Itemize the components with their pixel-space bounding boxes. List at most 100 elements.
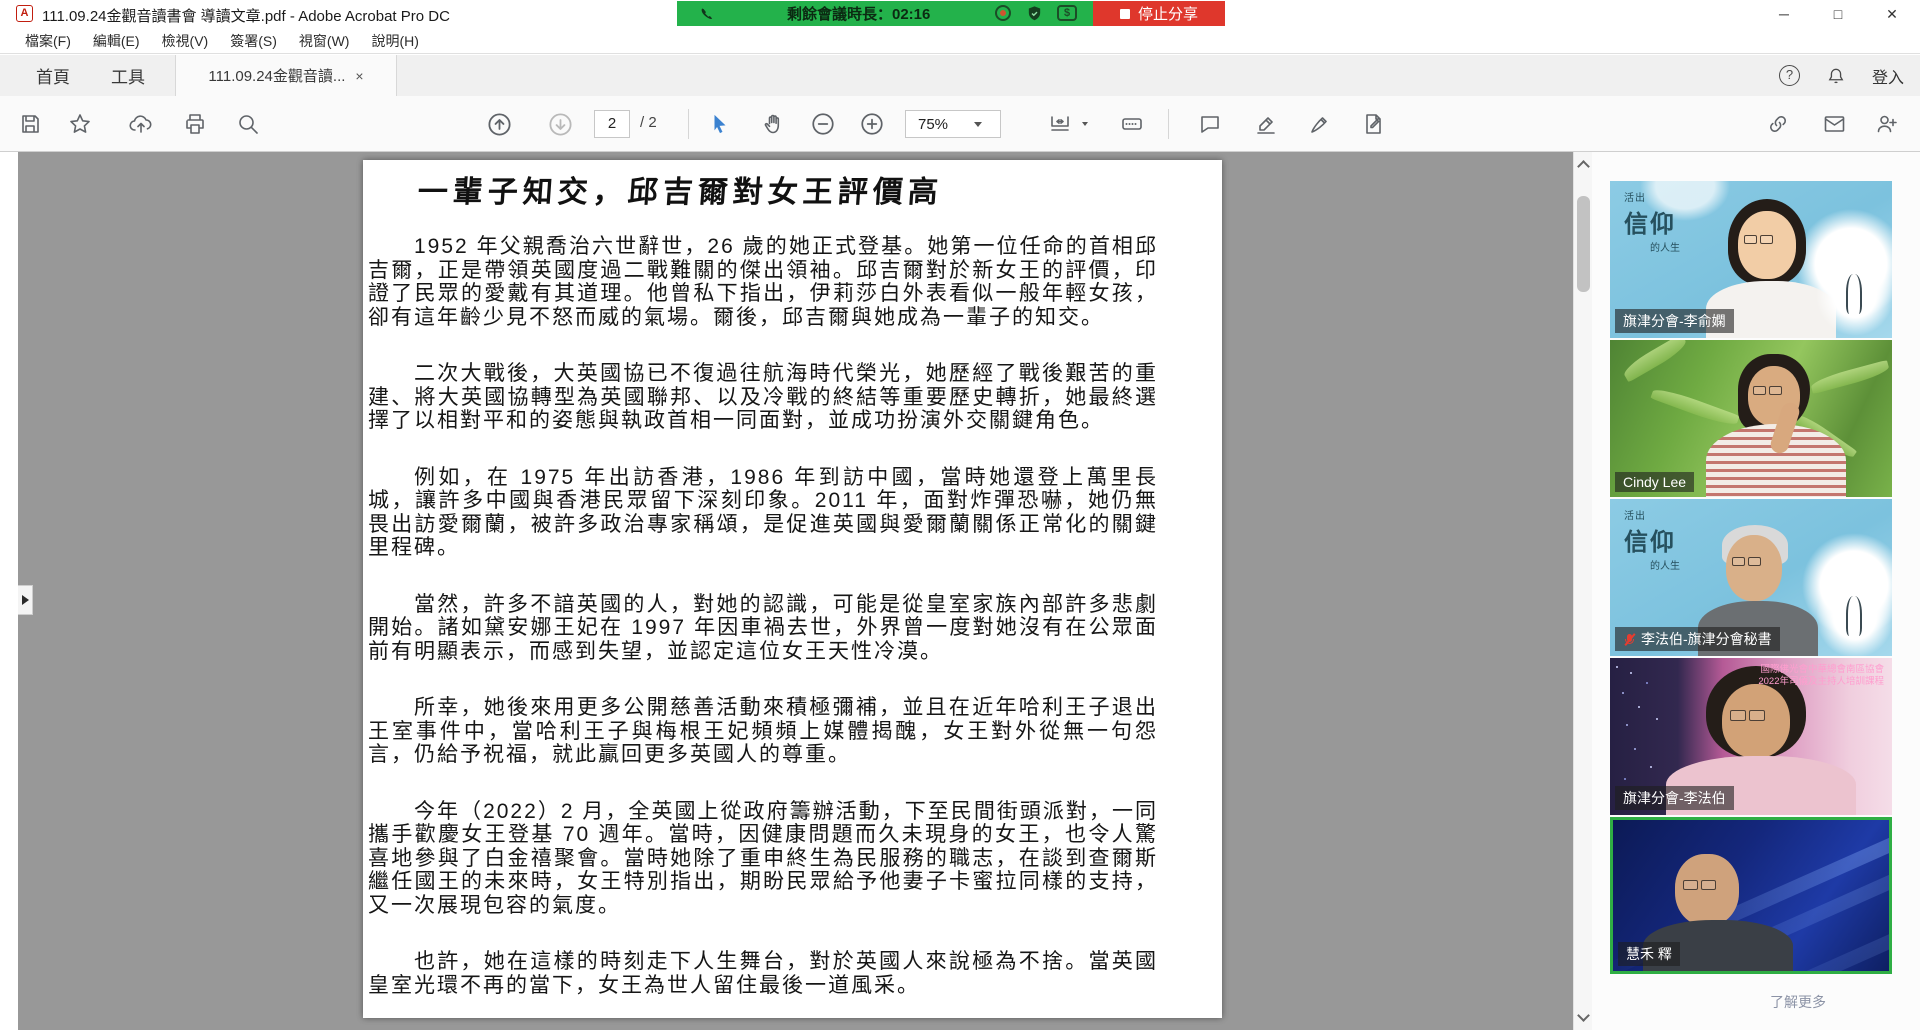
zoom-level-value: 75% (918, 116, 948, 133)
tab-document-label: 111.09.24金觀音讀... (208, 65, 345, 86)
help-icon[interactable]: ? (1779, 65, 1800, 86)
participant-tile[interactable]: 活出 信仰 的人生 旗津分會-李俞嫻 (1610, 181, 1892, 338)
avatar (1753, 386, 1782, 395)
paragraph: 二次大戰後，大英國協已不復過往航海時代榮光，她歷經了戰後艱苦的重建、將大英國協轉… (368, 362, 1158, 433)
artwork-text: 活出 (1624, 507, 1680, 522)
add-people-button[interactable] (1872, 110, 1900, 138)
tab-bar: 首頁 工具 111.09.24金觀音讀... × ? 登入 (0, 55, 1920, 96)
zoom-out-button[interactable] (809, 110, 837, 138)
comment-tool-button[interactable] (1196, 110, 1224, 138)
participant-name: 李法伯-旗津分會秘書 (1615, 627, 1780, 651)
menu-help[interactable]: 說明(H) (360, 31, 429, 51)
participant-tile-active-speaker[interactable]: 慧禾 釋 (1610, 817, 1892, 974)
avatar (1744, 235, 1773, 244)
menu-edit[interactable]: 編輯(E) (82, 31, 151, 51)
pdf-canvas[interactable]: 一輩子知交，邱吉爾對女王評價高 1952 年父親喬治六世辭世，26 歲的她正式登… (18, 152, 1573, 1030)
shield-check-icon[interactable] (1026, 5, 1043, 22)
stop-icon (1120, 9, 1130, 19)
praying-hands-art (1828, 588, 1882, 646)
chevron-right-icon (22, 595, 29, 605)
artwork-text: 信仰 (1624, 522, 1680, 557)
bell-icon[interactable] (1826, 66, 1846, 86)
participant-name: Cindy Lee (1615, 472, 1694, 492)
menu-view[interactable]: 檢視(V) (151, 31, 220, 51)
cloud-upload-button[interactable] (127, 110, 155, 138)
stop-sharing-button[interactable]: 停止分享 (1093, 1, 1225, 26)
tab-document[interactable]: 111.09.24金觀音讀... × (175, 55, 397, 96)
event-caption: 國際佛光會中華總會南區協會 2022年司儀及主持人培訓課程 (1758, 664, 1884, 688)
participant-name-label: Cindy Lee (1623, 474, 1686, 490)
navigation-pane-toggle[interactable] (18, 585, 33, 615)
toolbar: 2 / 2 75% (0, 96, 1920, 152)
fit-width-caret-icon[interactable] (1082, 122, 1088, 126)
chevron-down-icon (974, 122, 982, 127)
avatar (1683, 880, 1716, 890)
share-link-button[interactable] (1764, 110, 1792, 138)
previous-page-button[interactable] (485, 110, 513, 138)
tab-tools[interactable]: 工具 (92, 55, 164, 96)
email-button[interactable] (1820, 110, 1848, 138)
paragraph: 例如，在 1975 年出訪香港，1986 年到訪中國，當時她還登上萬里長城，讓許… (368, 466, 1158, 560)
stamp-tool-button[interactable] (1360, 110, 1388, 138)
faith-artwork-text: 活出 信仰 的人生 (1624, 507, 1680, 572)
pdf-page[interactable]: 一輩子知交，邱吉爾對女王評價高 1952 年父親喬治六世辭世，26 歲的她正式登… (363, 160, 1222, 1018)
participant-tile[interactable]: Cindy Lee (1610, 340, 1892, 497)
select-tool-button[interactable] (706, 110, 734, 138)
scrollbar-thumb[interactable] (1577, 196, 1590, 292)
artwork-text: 信仰 (1624, 204, 1680, 239)
pdf-file-icon: A (16, 5, 33, 22)
record-icon[interactable] (995, 5, 1011, 21)
participant-tile[interactable]: 國際佛光會中華總會南區協會 2022年司儀及主持人培訓課程 旗津分會-李法伯 (1610, 658, 1892, 815)
meeting-time-remaining: 剩餘會議時長：02:16 (787, 3, 930, 24)
event-caption-line: 2022年司儀及主持人培訓課程 (1758, 676, 1884, 688)
page-total-label: / 2 (640, 114, 657, 131)
meeting-control-bar: 剩餘會議時長：02:16 $ 停止分享 (677, 1, 1225, 26)
sign-in-button[interactable]: 登入 (1872, 64, 1904, 88)
zoom-in-button[interactable] (858, 110, 886, 138)
participant-name: 旗津分會-李俞嫻 (1615, 309, 1734, 333)
avatar (1730, 710, 1765, 721)
menu-file[interactable]: 檔案(F) (14, 31, 82, 51)
participant-tile[interactable]: 活出 信仰 的人生 李法伯-旗津分會秘書 (1610, 499, 1892, 656)
document-scrollbar[interactable] (1573, 152, 1592, 1030)
separator (688, 109, 689, 139)
reading-mode-button[interactable] (1118, 110, 1146, 138)
maximize-button[interactable]: □ (1828, 6, 1848, 22)
sign-tool-button[interactable] (1306, 110, 1334, 138)
separator (1168, 109, 1169, 139)
menu-bar: 檔案(F) 編輯(E) 檢視(V) 簽署(S) 視窗(W) 說明(H) (0, 28, 1920, 54)
scroll-down-icon[interactable] (1577, 1009, 1590, 1022)
paragraph: 也許，她在這樣的時刻走下人生舞台，對於英國人來說極為不捨。當英國皇室光環不再的當… (368, 950, 1158, 997)
payment-icon[interactable]: $ (1057, 5, 1077, 21)
learn-more-link[interactable]: 了解更多 (1770, 992, 1826, 1012)
close-button[interactable]: ✕ (1882, 6, 1902, 23)
participant-name-label: 旗津分會-李俞嫻 (1623, 311, 1726, 331)
search-button[interactable] (234, 110, 262, 138)
minimize-button[interactable]: ─ (1774, 6, 1794, 22)
favorite-star-button[interactable] (66, 110, 94, 138)
paragraph: 今年（2022）2 月，全英國上從政府籌辦活動，下至民間街頭派對，一同攜手歡慶女… (368, 800, 1158, 918)
fit-width-button[interactable] (1046, 110, 1074, 138)
document-heading: 一輩子知交，邱吉爾對女王評價高 (416, 167, 1159, 211)
save-button[interactable] (16, 110, 44, 138)
mic-muted-icon (1623, 633, 1636, 646)
participant-name: 旗津分會-李法伯 (1615, 786, 1734, 810)
next-page-button[interactable] (546, 110, 574, 138)
paragraph: 1952 年父親喬治六世辭世，26 歲的她正式登基。她第一位任命的首相邱吉爾，正… (368, 235, 1158, 329)
artwork-text: 的人生 (1650, 557, 1680, 572)
hand-tool-button[interactable] (760, 110, 788, 138)
print-button[interactable] (181, 110, 209, 138)
document-body: 1952 年父親喬治六世辭世，26 歲的她正式登基。她第一位任命的首相邱吉爾，正… (368, 235, 1158, 997)
tab-home[interactable]: 首頁 (14, 55, 92, 96)
tab-close-icon[interactable]: × (355, 68, 363, 84)
highlight-tool-button[interactable] (1252, 110, 1280, 138)
zoom-level-dropdown[interactable]: 75% (905, 110, 1001, 138)
video-participants-panel: 活出 信仰 的人生 旗津分會-李俞嫻 Cindy Lee (1592, 152, 1920, 1030)
avatar (1732, 557, 1761, 566)
event-caption-line: 國際佛光會中華總會南區協會 (1758, 664, 1884, 676)
menu-sign[interactable]: 簽署(S) (219, 31, 288, 51)
page-number-input[interactable]: 2 (594, 110, 630, 138)
participant-name-label: 慧禾 釋 (1626, 944, 1672, 964)
menu-window[interactable]: 視窗(W) (288, 31, 361, 51)
scroll-up-icon[interactable] (1577, 160, 1590, 173)
